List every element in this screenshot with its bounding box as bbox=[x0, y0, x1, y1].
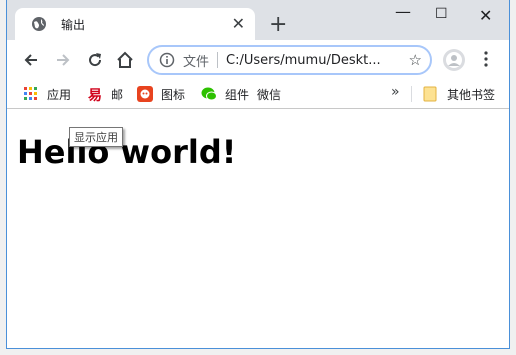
tab-active[interactable]: 输出 ✕ bbox=[15, 8, 255, 40]
page-heading: Hello world! bbox=[17, 133, 237, 171]
other-bookmarks-label: 其他书签 bbox=[447, 87, 496, 102]
back-arrow-icon bbox=[24, 54, 37, 66]
profile-avatar[interactable] bbox=[443, 49, 465, 71]
bookmark-star-icon[interactable]: ☆ bbox=[409, 51, 422, 69]
bookmarks-divider bbox=[411, 86, 412, 102]
bookmark-components[interactable]: 组件 bbox=[201, 85, 249, 103]
menu-icon[interactable] bbox=[483, 50, 489, 72]
other-bookmarks[interactable]: 其他书签 bbox=[423, 85, 495, 103]
home-icon bbox=[117, 51, 133, 68]
forward-button[interactable] bbox=[51, 48, 75, 72]
tooltip: 显示应用 bbox=[69, 127, 123, 147]
new-tab-button[interactable]: + bbox=[269, 12, 287, 38]
omnibox-divider bbox=[217, 52, 219, 68]
tab-title: 输出 bbox=[61, 17, 86, 32]
bookmarks-overflow-button[interactable]: » bbox=[391, 84, 400, 100]
page-content: Hello world! 显示应用 bbox=[7, 109, 509, 348]
mail-icon: 易 bbox=[87, 86, 103, 104]
folder-icon bbox=[423, 86, 439, 102]
tab-close-icon[interactable]: ✕ bbox=[232, 14, 245, 34]
maximize-button[interactable]: ☐ bbox=[435, 6, 448, 22]
window-close-button[interactable]: ✕ bbox=[479, 6, 492, 25]
address-bar[interactable]: 文件 C:/Users/mumu/Deskt... ☆ bbox=[147, 45, 432, 75]
home-button[interactable] bbox=[113, 48, 137, 72]
globe-icon bbox=[31, 16, 47, 32]
minimize-button[interactable]: — bbox=[395, 2, 411, 21]
url-text[interactable]: C:/Users/mumu/Deskt... bbox=[226, 53, 401, 68]
bookmark-apps[interactable]: 应用 bbox=[23, 85, 71, 103]
tab-strip: 输出 ✕ + — ☐ ✕ bbox=[7, 0, 509, 40]
forward-arrow-icon bbox=[57, 54, 70, 66]
bookmark-label: 微信 bbox=[257, 87, 282, 102]
reload-icon bbox=[89, 53, 102, 67]
bookmark-icons[interactable]: 图标 bbox=[137, 85, 185, 103]
bookmark-mail[interactable]: 易 邮 bbox=[87, 85, 124, 105]
back-button[interactable] bbox=[19, 48, 43, 72]
svg-text:易: 易 bbox=[88, 88, 102, 102]
browser-window: 输出 ✕ + — ☐ ✕ 文件 C:/Users/mumu/Deskt... ☆… bbox=[6, 0, 510, 349]
bookmark-label: 组件 bbox=[225, 87, 250, 102]
apps-grid-icon bbox=[23, 86, 39, 102]
reload-button[interactable] bbox=[83, 48, 107, 72]
bookmarks-bar: 应用 易 邮 图标 组件 微信 » 其他书签 bbox=[7, 80, 509, 109]
info-icon[interactable] bbox=[159, 52, 175, 68]
wechat-icon bbox=[201, 86, 217, 102]
icon-site-icon bbox=[137, 86, 153, 102]
bookmark-wechat[interactable]: 微信 bbox=[257, 85, 281, 103]
toolbar: 文件 C:/Users/mumu/Deskt... ☆ bbox=[7, 40, 509, 80]
site-label: 文件 bbox=[183, 54, 210, 70]
bookmark-label: 应用 bbox=[47, 87, 72, 102]
bookmark-label: 邮 bbox=[111, 87, 124, 102]
bookmark-label: 图标 bbox=[161, 87, 186, 102]
